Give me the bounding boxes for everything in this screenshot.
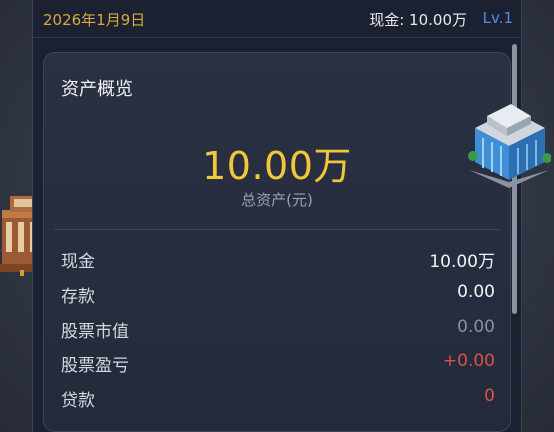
card-title: 资产概览 [61,79,133,100]
game-date: 2026年1月9日 [43,11,146,29]
asset-row-cash: 现金 10.00万 [61,247,495,272]
main-panel: 2026年1月9日 现金: 10.00万 Lv.1 资产概览 10.00万 总资… [32,0,522,432]
total-assets-value: 10.00万 [202,144,352,188]
row-label: 现金 [61,252,95,272]
cash-indicator: 现金: 10.00万 [369,11,467,29]
row-label: 存款 [61,287,95,307]
row-label: 贷款 [61,391,95,411]
asset-row-deposit: 存款 0.00 [61,282,495,307]
asset-row-stock-pnl: 股票盈亏 +0.00 [61,351,495,376]
row-label: 股票盈亏 [61,356,129,376]
row-value: 0.00 [457,282,495,302]
row-value: 0 [484,386,495,406]
row-label: 股票市值 [61,322,129,342]
player-level[interactable]: Lv.1 [483,9,513,27]
top-status-bar: 2026年1月9日 现金: 10.00万 Lv.1 [33,0,521,38]
asset-row-loan: 贷款 0 [61,386,495,411]
asset-overview-card: 资产概览 10.00万 总资产(元) 现金 10.00万 存款 0.00 股票市… [43,52,511,432]
row-value: 10.00万 [429,252,495,272]
row-value: +0.00 [442,351,495,371]
total-assets-label: 总资产(元) [241,191,313,209]
office-building-icon[interactable] [465,88,551,188]
row-value: 0.00 [457,317,495,337]
asset-row-stock-value: 股票市值 0.00 [61,317,495,342]
divider [54,229,500,230]
